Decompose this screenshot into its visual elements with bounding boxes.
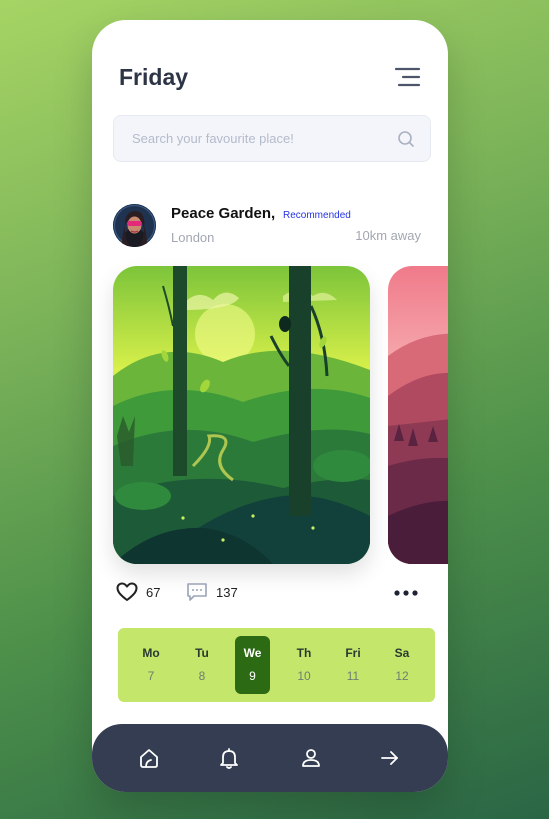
heart-icon: [116, 582, 138, 601]
day-date: 9: [249, 669, 256, 683]
avatar[interactable]: [113, 204, 156, 247]
place-name[interactable]: Peace Garden,: [171, 205, 275, 222]
search-bar: [113, 115, 431, 162]
nav-notifications-button[interactable]: [217, 746, 241, 770]
bottom-nav: [92, 724, 448, 792]
day-name: We: [243, 646, 262, 660]
arrow-right-icon: [381, 751, 398, 765]
menu-icon: [394, 67, 421, 87]
comment-icon: [187, 583, 207, 601]
day-thursday[interactable]: Th 10: [286, 636, 322, 694]
day-date: 8: [198, 669, 206, 683]
search-input[interactable]: [132, 116, 382, 161]
day-monday[interactable]: Mo 7: [133, 636, 169, 694]
home-icon: [140, 749, 158, 768]
page-title: Friday: [119, 64, 189, 90]
search-icon[interactable]: [396, 129, 416, 149]
place-card-mountain[interactable]: [388, 266, 448, 564]
day-date: 7: [147, 669, 155, 683]
day-wednesday[interactable]: We 9: [235, 636, 270, 694]
day-friday[interactable]: Fri 11: [335, 636, 371, 694]
likes-count: 67: [146, 584, 161, 600]
nav-profile-button[interactable]: [299, 746, 323, 770]
likes-stat[interactable]: 67: [116, 582, 160, 602]
day-name: Sa: [394, 646, 410, 660]
day-date: 11: [346, 669, 360, 683]
bell-icon: [220, 748, 238, 769]
place-city: London: [171, 230, 215, 245]
comments-stat[interactable]: 137: [186, 582, 238, 602]
day-date: 10: [297, 669, 311, 683]
week-calendar: Mo 7 Tu 8 We 9 Th 10 Fri 11 Sa 12: [118, 628, 435, 702]
day-name: Th: [296, 646, 312, 660]
nav-home-button[interactable]: [137, 746, 161, 770]
day-name: Fri: [345, 646, 361, 660]
phone-frame: Friday Peace Garden, Recommended London: [92, 20, 448, 792]
nav-forward-button[interactable]: [378, 746, 402, 770]
mountain-illustration: [388, 266, 448, 564]
day-name: Tu: [195, 646, 209, 660]
day-name: Mo: [142, 646, 160, 660]
day-tuesday[interactable]: Tu 8: [184, 636, 220, 694]
user-icon: [302, 749, 320, 767]
day-date: 12: [395, 669, 409, 683]
place-card-forest[interactable]: [113, 266, 370, 564]
more-dots-icon: [394, 590, 418, 596]
comments-count: 137: [216, 584, 238, 600]
more-button[interactable]: [392, 586, 420, 598]
recommended-badge: Recommended: [283, 210, 351, 221]
forest-illustration: [113, 266, 370, 564]
day-saturday[interactable]: Sa 12: [384, 636, 420, 694]
place-distance: 10km away: [355, 228, 421, 243]
menu-button[interactable]: [392, 66, 422, 90]
